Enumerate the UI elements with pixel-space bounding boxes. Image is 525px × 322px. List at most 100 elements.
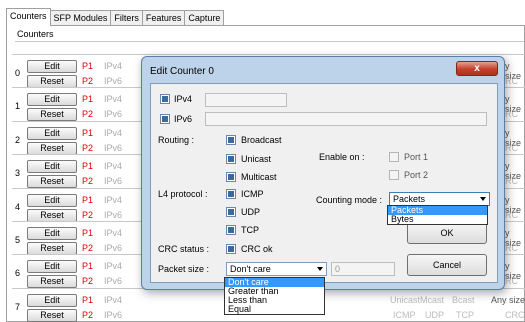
group-divider — [15, 41, 524, 42]
packet-size-number-field[interactable]: 0 — [331, 262, 395, 276]
counter-number: 2 — [15, 135, 21, 145]
port1-indicator: P1 — [82, 94, 94, 104]
packet-size-select[interactable]: Don't care — [226, 262, 327, 276]
row7-unicast-indicator: Unicast — [390, 295, 421, 305]
port1-indicator: P1 — [82, 195, 94, 205]
counting-mode-value: Packets — [393, 194, 426, 204]
edit-counter-dialog: Edit Counter 0 x IPv4 IPv6 Routing : Bro… — [141, 56, 505, 290]
port2-indicator: P2 — [82, 210, 94, 220]
close-button[interactable]: x — [456, 61, 498, 76]
multicast-label: Multicast — [241, 172, 277, 182]
chevron-down-icon — [480, 197, 486, 201]
ipv6-address-field[interactable] — [205, 112, 487, 126]
row7-broadcast-indicator: Bcast — [452, 295, 475, 305]
port1-label: Port 1 — [404, 152, 429, 162]
crc-indicator: RC — [505, 210, 518, 220]
packet-size-dropdown: Don't care Greater than Less than Equal — [224, 277, 325, 315]
crc-indicator: RC — [505, 243, 518, 253]
port2-indicator: P2 — [82, 109, 94, 119]
unicast-checkbox[interactable] — [226, 154, 236, 164]
ipv4-label: IPv4 — [174, 94, 193, 104]
crc-ok-label: CRC ok — [241, 244, 273, 254]
edit-button[interactable]: Edit — [27, 60, 77, 73]
port1-indicator: P1 — [82, 261, 94, 271]
counter-number: 3 — [15, 168, 21, 178]
port2-indicator: P2 — [82, 243, 94, 253]
tcp-label: TCP — [241, 225, 259, 235]
group-label: Counters — [17, 29, 54, 39]
option-bytes[interactable]: Bytes — [388, 215, 487, 224]
udp-label: UDP — [241, 207, 261, 217]
reset-button[interactable]: Reset — [27, 175, 77, 188]
routing-label: Routing : — [158, 135, 195, 145]
unicast-label: Unicast — [241, 154, 272, 164]
counter-number: 7 — [15, 302, 21, 312]
counter-number: 4 — [15, 202, 21, 212]
crc-indicator: RC — [505, 143, 518, 153]
counting-mode-select[interactable]: Packets — [389, 192, 490, 206]
tab-counters[interactable]: Counters — [6, 8, 51, 26]
counter-number: 5 — [15, 235, 21, 245]
ipv4-indicator: IPv4 — [104, 161, 123, 171]
multicast-checkbox[interactable] — [226, 172, 236, 182]
ipv6-indicator: IPv6 — [104, 276, 123, 286]
port1-checkbox[interactable] — [389, 152, 399, 162]
row7-tcp-indicator: TCP — [456, 310, 474, 320]
tab-filters[interactable]: Filters — [110, 10, 143, 26]
edit-button[interactable]: Edit — [27, 227, 77, 240]
ipv4-indicator: IPv4 — [104, 128, 123, 138]
edit-button[interactable]: Edit — [27, 160, 77, 173]
tcp-checkbox[interactable] — [226, 225, 236, 235]
ipv6-indicator: IPv6 — [104, 143, 123, 153]
chevron-down-icon — [317, 267, 323, 271]
ipv6-label: IPv6 — [174, 114, 193, 124]
port1-indicator: P1 — [82, 295, 94, 305]
option-equal[interactable]: Equal — [225, 305, 324, 314]
counter-number: 0 — [15, 68, 21, 78]
ipv6-indicator: IPv6 — [104, 310, 123, 320]
row7-multicast-indicator: Mcast — [420, 295, 445, 305]
tab-sfp-modules[interactable]: SFP Modules — [49, 10, 112, 26]
ok-button[interactable]: OK — [407, 222, 487, 244]
edit-button[interactable]: Edit — [27, 127, 77, 140]
tab-bar: Counters SFP Modules Filters Features Ca… — [6, 8, 225, 26]
reset-button[interactable]: Reset — [27, 108, 77, 121]
udp-checkbox[interactable] — [226, 207, 236, 217]
dialog-title: Edit Counter 0 — [150, 66, 214, 77]
port1-indicator: P1 — [82, 61, 94, 71]
ipv4-checkbox[interactable] — [160, 94, 170, 104]
ipv6-indicator: IPv6 — [104, 210, 123, 220]
icmp-label: ICMP — [241, 189, 264, 199]
icmp-checkbox[interactable] — [226, 189, 236, 199]
crc-indicator: RC — [505, 76, 518, 86]
ipv6-checkbox[interactable] — [160, 114, 170, 124]
cancel-button[interactable]: Cancel — [407, 254, 487, 276]
port2-indicator: P2 — [82, 276, 94, 286]
edit-button[interactable]: Edit — [27, 93, 77, 106]
edit-button[interactable]: Edit — [27, 260, 77, 273]
port2-indicator: P2 — [82, 76, 94, 86]
edit-button[interactable]: Edit — [27, 294, 77, 307]
port2-checkbox[interactable] — [389, 170, 399, 180]
edit-button[interactable]: Edit — [27, 194, 77, 207]
ipv4-indicator: IPv4 — [104, 94, 123, 104]
tab-features[interactable]: Features — [141, 10, 186, 26]
row-separator — [12, 54, 525, 55]
counter-number: 6 — [15, 268, 21, 278]
crc-indicator: CRC — [505, 310, 525, 320]
crc-ok-checkbox[interactable] — [226, 244, 236, 254]
packet-size-label: Packet size : — [158, 264, 210, 274]
counting-mode-label: Counting mode : — [316, 195, 383, 205]
enable-on-label: Enable on : — [319, 152, 365, 162]
reset-button[interactable]: Reset — [27, 275, 77, 288]
broadcast-checkbox[interactable] — [226, 135, 236, 145]
dialog-body: IPv4 IPv6 Routing : Broadcast Unicast Mu… — [150, 83, 498, 283]
reset-button[interactable]: Reset — [27, 309, 77, 322]
tab-capture[interactable]: Capture — [184, 10, 225, 26]
l4-protocol-label: L4 protocol : — [158, 189, 208, 199]
port1-indicator: P1 — [82, 128, 94, 138]
crc-indicator: RC — [505, 109, 518, 119]
ipv6-indicator: IPv6 — [104, 176, 123, 186]
port2-indicator: P2 — [82, 176, 94, 186]
ipv4-address-field[interactable] — [205, 93, 287, 107]
